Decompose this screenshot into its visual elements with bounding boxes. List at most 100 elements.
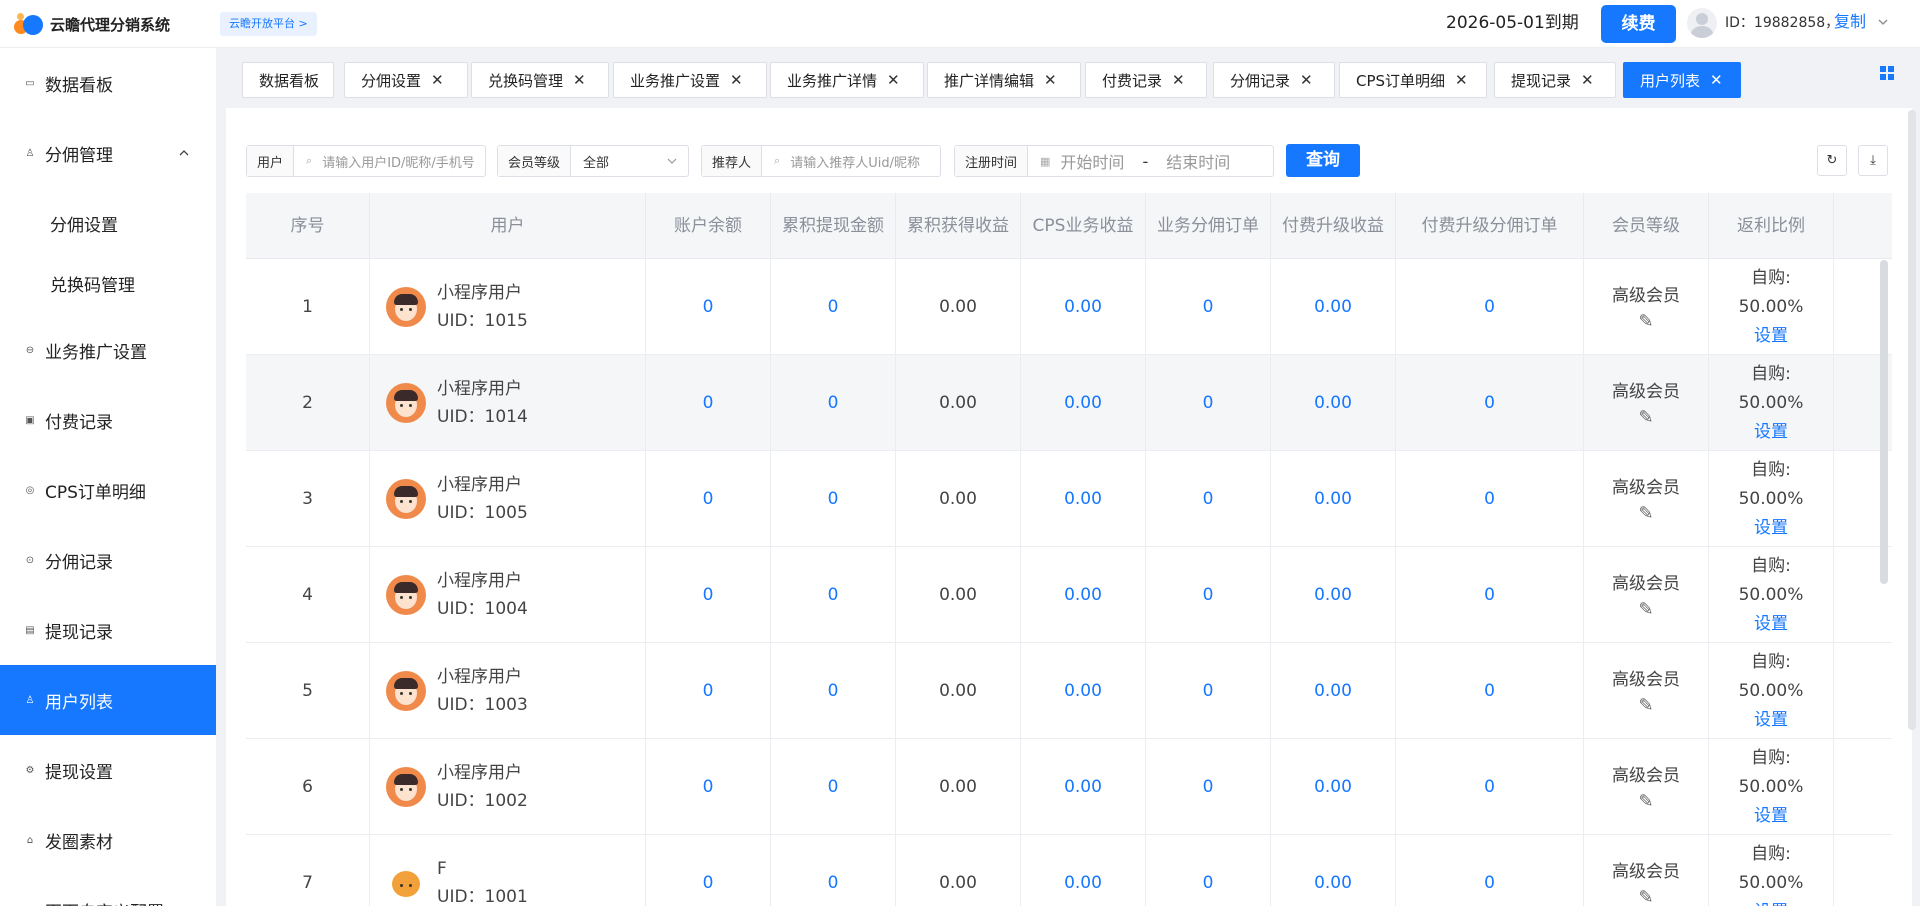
- cell-withdrawn[interactable]: 0: [771, 547, 896, 643]
- register-time-filter[interactable]: 注册时间 ▦ 开始时间 - 结束时间: [954, 145, 1274, 177]
- set-ratio-link[interactable]: 设置: [1754, 418, 1788, 447]
- app-logo[interactable]: 云瞻代理分销系统: [14, 12, 170, 36]
- cell-cps[interactable]: 0.00: [1021, 739, 1146, 835]
- cell-balance[interactable]: 0: [646, 643, 771, 739]
- close-icon[interactable]: ✕: [1300, 71, 1313, 89]
- sidebar-item-withdraw-records[interactable]: ▤ 提现记录: [0, 595, 216, 665]
- chevron-down-icon[interactable]: [1876, 15, 1890, 29]
- cell-upgrade-income[interactable]: 0.00: [1271, 643, 1396, 739]
- sidebar-item-redeem-codes[interactable]: 兑换码管理: [0, 248, 216, 318]
- edit-icon[interactable]: ✎: [1638, 311, 1653, 333]
- cell-withdrawn[interactable]: 0: [771, 451, 896, 547]
- cell-upgrade-income[interactable]: 0.00: [1271, 451, 1396, 547]
- close-icon[interactable]: ✕: [1710, 71, 1723, 89]
- cell-balance[interactable]: 0: [646, 835, 771, 906]
- cell-upgrade-income[interactable]: 0.00: [1271, 835, 1396, 906]
- cell-withdrawn[interactable]: 0: [771, 259, 896, 355]
- cell-upgrade-orders[interactable]: 0: [1396, 259, 1584, 355]
- tab-promotion-edit[interactable]: 推广详情编辑 ✕: [927, 62, 1081, 98]
- cell-withdrawn[interactable]: 0: [771, 643, 896, 739]
- cell-cps[interactable]: 0.00: [1021, 835, 1146, 906]
- tab-commission-settings[interactable]: 分佣设置 ✕: [344, 62, 468, 98]
- cell-withdrawn[interactable]: 0: [771, 739, 896, 835]
- sidebar-item-dashboard[interactable]: ▭ 数据看板: [0, 48, 216, 118]
- cell-upgrade-orders[interactable]: 0: [1396, 547, 1584, 643]
- sidebar-item-user-list[interactable]: ♙ 用户列表: [0, 665, 216, 735]
- cell-balance[interactable]: 0: [646, 355, 771, 451]
- tab-cps-orders[interactable]: CPS订单明细 ✕: [1339, 62, 1487, 98]
- set-ratio-link[interactable]: 设置: [1754, 514, 1788, 543]
- query-button[interactable]: 查询: [1286, 144, 1360, 177]
- cell-upgrade-income[interactable]: 0.00: [1271, 547, 1396, 643]
- end-date-input[interactable]: 结束时间: [1166, 149, 1230, 173]
- edit-icon[interactable]: ✎: [1638, 599, 1653, 621]
- cell-balance[interactable]: 0: [646, 259, 771, 355]
- set-ratio-link[interactable]: 设置: [1754, 706, 1788, 735]
- referrer-filter[interactable]: 推荐人 ⌕ 请输入推荐人Uid/昵称: [701, 145, 941, 177]
- close-icon[interactable]: ✕: [730, 71, 743, 89]
- copy-id-link[interactable]: 复制: [1834, 11, 1866, 33]
- tab-user-list[interactable]: 用户列表 ✕: [1623, 62, 1741, 98]
- sidebar-item-withdraw-settings[interactable]: ⚙ 提现设置: [0, 735, 216, 805]
- close-icon[interactable]: ✕: [1581, 71, 1594, 89]
- account-avatar[interactable]: [1687, 8, 1717, 38]
- tab-dashboard[interactable]: 数据看板: [242, 62, 334, 98]
- level-filter[interactable]: 会员等级 全部: [497, 145, 689, 177]
- edit-icon[interactable]: ✎: [1638, 695, 1653, 717]
- cell-upgrade-orders[interactable]: 0: [1396, 451, 1584, 547]
- cell-upgrade-orders[interactable]: 0: [1396, 739, 1584, 835]
- close-icon[interactable]: ✕: [1172, 71, 1185, 89]
- cell-upgrade-orders[interactable]: 0: [1396, 355, 1584, 451]
- start-date-input[interactable]: 开始时间: [1060, 149, 1124, 173]
- cell-withdrawn[interactable]: 0: [771, 355, 896, 451]
- cell-upgrade-income[interactable]: 0.00: [1271, 259, 1396, 355]
- cell-cps[interactable]: 0.00: [1021, 643, 1146, 739]
- sidebar-item-payment-records[interactable]: ▣ 付费记录: [0, 385, 216, 455]
- close-icon[interactable]: ✕: [1044, 71, 1057, 89]
- level-select[interactable]: 全部: [583, 152, 609, 171]
- cell-upgrade-orders[interactable]: 0: [1396, 643, 1584, 739]
- cell-biz-orders[interactable]: 0: [1146, 547, 1271, 643]
- close-icon[interactable]: ✕: [431, 71, 444, 89]
- open-platform-link[interactable]: 云瞻开放平台 >: [220, 12, 317, 36]
- cell-upgrade-orders[interactable]: 0: [1396, 835, 1584, 906]
- sidebar-item-share-materials[interactable]: ⌂ 发圈素材: [0, 805, 216, 875]
- refresh-icon[interactable]: ↻: [1817, 145, 1847, 176]
- referrer-search-input[interactable]: 请输入推荐人Uid/昵称: [790, 152, 920, 171]
- edit-icon[interactable]: ✎: [1638, 791, 1653, 813]
- sidebar-item-commission-management[interactable]: ♙ 分佣管理: [0, 118, 216, 188]
- edit-icon[interactable]: ✎: [1638, 407, 1653, 429]
- cell-biz-orders[interactable]: 0: [1146, 643, 1271, 739]
- download-icon[interactable]: ⤓: [1858, 145, 1888, 176]
- cell-balance[interactable]: 0: [646, 739, 771, 835]
- table-scrollbar[interactable]: [1880, 260, 1888, 584]
- sidebar-item-cps-orders[interactable]: ◎ CPS订单明细: [0, 455, 216, 525]
- cell-cps[interactable]: 0.00: [1021, 355, 1146, 451]
- set-ratio-link[interactable]: 设置: [1754, 610, 1788, 639]
- sidebar-item-promotion-settings[interactable]: ⊖ 业务推广设置: [0, 315, 216, 385]
- cell-biz-orders[interactable]: 0: [1146, 355, 1271, 451]
- set-ratio-link[interactable]: 设置: [1754, 898, 1788, 906]
- cell-withdrawn[interactable]: 0: [771, 835, 896, 906]
- cell-biz-orders[interactable]: 0: [1146, 739, 1271, 835]
- tab-payment-records[interactable]: 付费记录 ✕: [1085, 62, 1207, 98]
- set-ratio-link[interactable]: 设置: [1754, 322, 1788, 351]
- cell-cps[interactable]: 0.00: [1021, 451, 1146, 547]
- close-icon[interactable]: ✕: [573, 71, 586, 89]
- close-icon[interactable]: ✕: [887, 71, 900, 89]
- cell-cps[interactable]: 0.00: [1021, 547, 1146, 643]
- cell-upgrade-income[interactable]: 0.00: [1271, 739, 1396, 835]
- cell-biz-orders[interactable]: 0: [1146, 451, 1271, 547]
- tab-commission-records[interactable]: 分佣记录 ✕: [1213, 62, 1335, 98]
- edit-icon[interactable]: ✎: [1638, 503, 1653, 525]
- tab-redeem-codes[interactable]: 兑换码管理 ✕: [471, 62, 609, 98]
- cell-biz-orders[interactable]: 0: [1146, 835, 1271, 906]
- renew-button[interactable]: 续费: [1601, 5, 1676, 43]
- edit-icon[interactable]: ✎: [1638, 887, 1653, 906]
- sidebar-item-page-config[interactable]: ◇页面自定义配置: [0, 875, 216, 906]
- close-icon[interactable]: ✕: [1455, 71, 1468, 89]
- set-ratio-link[interactable]: 设置: [1754, 802, 1788, 831]
- tab-withdraw-records[interactable]: 提现记录 ✕: [1494, 62, 1616, 98]
- tab-promotion-details[interactable]: 业务推广详情 ✕: [770, 62, 924, 98]
- cell-balance[interactable]: 0: [646, 547, 771, 643]
